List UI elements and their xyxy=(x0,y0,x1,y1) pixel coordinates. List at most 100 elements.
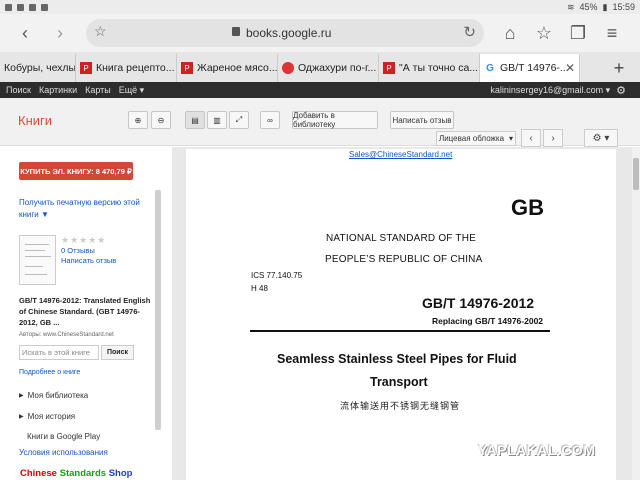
url-text[interactable]: books.google.ru xyxy=(246,26,331,40)
wifi-icon: ≋ xyxy=(566,1,575,12)
gbar-more-link[interactable]: Ещё ▾ xyxy=(119,85,144,96)
national-standard-line-1: NATIONAL STANDARD OF THE xyxy=(326,233,477,244)
gb-heading: GB xyxy=(511,195,544,220)
new-tab-button[interactable]: + xyxy=(604,54,634,82)
browser-tab[interactable]: Оджахури по-г... xyxy=(278,54,379,82)
battery-icon: ▮ xyxy=(602,1,608,12)
close-icon[interactable]: ✕ xyxy=(565,61,575,75)
reload-icon[interactable]: ↻ xyxy=(463,23,476,41)
menu-icon[interactable]: ≡ xyxy=(598,19,626,47)
fullscreen-button[interactable]: ⤢ xyxy=(229,111,249,129)
bookmarks-icon[interactable]: ☆ xyxy=(530,19,558,47)
document-title-line-1: Seamless Stainless Steel Pipes for Fluid xyxy=(277,352,517,366)
gear-icon[interactable]: ⚙ xyxy=(616,84,626,97)
battery-level: 45% xyxy=(579,2,598,12)
lock-icon xyxy=(232,27,240,36)
my-library-item[interactable]: ▶ Моя библиотека xyxy=(19,391,88,400)
get-print-version-link[interactable]: Получить печатную версию этой книги ▼ xyxy=(19,197,149,221)
national-standard-line-2: PEOPLE’S REPUBLIC OF CHINA xyxy=(325,254,483,265)
google-play-books-link[interactable]: Книги в Google Play xyxy=(27,432,100,441)
chinese-standards-shop-logo[interactable]: Chinese Standards Shop xyxy=(20,468,132,479)
back-arrow-icon[interactable]: ‹ xyxy=(11,19,39,47)
logo-word-chinese: Chinese xyxy=(20,468,60,479)
document-title-line-2: Transport xyxy=(370,375,428,389)
book-cover-thumbnail[interactable] xyxy=(19,235,56,285)
google-icon: G xyxy=(484,62,496,74)
divider xyxy=(250,330,550,332)
replacing-note: Replacing GB/T 14976-2002 xyxy=(432,316,544,326)
ics-code: ICS 77.140.75 xyxy=(251,271,303,280)
tabs-switcher-icon[interactable]: ❐ xyxy=(564,19,592,47)
expand-triangle-icon: ▶ xyxy=(19,393,24,399)
write-review-button[interactable]: Написать отзыв xyxy=(390,111,454,129)
rating-stars[interactable]: ★★★★★ xyxy=(61,235,106,246)
search-in-book-input[interactable]: Искать в этой книге xyxy=(19,345,99,360)
forward-arrow-icon[interactable]: › xyxy=(46,19,74,47)
browser-tab-active[interactable]: G GB/T 14976-... ✕ xyxy=(480,54,580,82)
system-status-bar: ≋ 45% ▮ 15:59 xyxy=(0,0,640,14)
my-history-item[interactable]: ▶ Моя история xyxy=(19,412,75,421)
viewer-scrollbar-thumb[interactable] xyxy=(633,158,639,190)
reviews-link[interactable]: 0 Отзывы xyxy=(61,246,95,255)
tab-label: Оджахури по-г... xyxy=(298,62,377,74)
chinese-title: 流体输送用不锈钢无缝钢管 xyxy=(340,401,461,411)
gbar-images-link[interactable]: Картинки xyxy=(39,85,77,95)
next-page-button[interactable]: › xyxy=(543,129,563,147)
more-about-book-link[interactable]: Подробнее о книге xyxy=(19,369,80,376)
home-icon[interactable]: ⌂ xyxy=(496,19,524,47)
search-input-placeholder: Искать в этой книге xyxy=(22,348,90,357)
viewer-scrollbar-track[interactable] xyxy=(632,147,640,480)
prev-page-button[interactable]: ‹ xyxy=(521,129,541,147)
my-library-label: Моя библиотека xyxy=(27,391,89,400)
browser-tab[interactable]: P Жареное мясо... xyxy=(177,54,278,82)
buy-ebook-button[interactable]: КУПИТЬ ЭЛ. КНИГУ: 8 470,79 ₽ xyxy=(19,162,133,180)
tab-label: "А ты точно са... xyxy=(399,62,479,74)
search-button[interactable]: Поиск xyxy=(101,345,134,360)
standard-code: GB/T 14976-2012 xyxy=(422,295,535,311)
write-review-link[interactable]: Написать отзыв xyxy=(61,256,116,265)
tab-strip: Кобуры, чехлы... P Книга рецепто... P Жа… xyxy=(0,52,640,82)
single-page-view-button[interactable]: ▤ xyxy=(185,111,205,129)
browser-tab[interactable]: Кобуры, чехлы... xyxy=(0,54,76,82)
gbar-maps-link[interactable]: Карты xyxy=(85,85,111,95)
notification-icon xyxy=(5,3,12,11)
logo-word-shop: Shop xyxy=(108,468,133,479)
terms-of-use-link[interactable]: Условия использования xyxy=(19,448,108,457)
browser-tab[interactable]: P "А ты точно са... xyxy=(379,54,480,82)
cover-select[interactable]: Лицевая обложка ▾ xyxy=(436,131,516,146)
add-to-library-button[interactable]: Добавить в библиотеку xyxy=(292,111,378,129)
google-play-label: Книги в Google Play xyxy=(27,432,101,441)
book-title: GB/T 14976-2012: Translated English of C… xyxy=(19,296,151,327)
cover-select-label: Лицевая обложка xyxy=(438,134,505,143)
zoom-out-button[interactable]: ⊖ xyxy=(151,111,171,129)
tab-label: Книга рецепто... xyxy=(96,62,175,74)
pikabu-icon: P xyxy=(80,62,92,74)
url-bar[interactable]: ☆ books.google.ru ↻ xyxy=(86,19,484,47)
two-page-view-button[interactable]: ▥ xyxy=(207,111,227,129)
sales-email-link[interactable]: Sales@ChineseStandard.net xyxy=(349,150,452,159)
document-viewer: Sales@ChineseStandard.net GB NATIONAL ST… xyxy=(172,147,640,480)
tab-label: GB/T 14976-... xyxy=(500,62,569,74)
expand-triangle-icon: ▶ xyxy=(19,414,24,420)
notification-icons xyxy=(5,3,48,11)
notification-icon xyxy=(17,3,24,11)
gbar-search-link[interactable]: Поиск xyxy=(6,85,31,95)
books-title[interactable]: Книги xyxy=(18,113,52,128)
account-menu[interactable]: kalininsergey16@gmail.com ▾ xyxy=(490,85,610,96)
google-bar: Поиск Картинки Карты Ещё ▾ kalininsergey… xyxy=(0,82,640,98)
my-history-label: Моя история xyxy=(27,412,76,421)
chevron-down-icon: ▾ xyxy=(509,134,514,143)
bookmark-star-icon[interactable]: ☆ xyxy=(94,23,107,40)
tab-label: Жареное мясо... xyxy=(197,62,278,74)
sidebar-scrollbar[interactable] xyxy=(155,190,161,430)
link-icon[interactable]: ∞ xyxy=(260,111,280,129)
watermark: YAPLAKAL.COM xyxy=(478,442,596,458)
book-authors: Авторы: www.ChineseStandard.net xyxy=(19,332,114,338)
red-circle-icon xyxy=(282,62,294,74)
notification-icon xyxy=(29,3,36,11)
notification-icon xyxy=(41,3,48,11)
settings-gear-button[interactable]: ⚙ ▾ xyxy=(584,129,618,147)
zoom-in-button[interactable]: ⊕ xyxy=(128,111,148,129)
tab-label: Кобуры, чехлы... xyxy=(4,62,76,74)
browser-tab[interactable]: P Книга рецепто... xyxy=(76,54,177,82)
